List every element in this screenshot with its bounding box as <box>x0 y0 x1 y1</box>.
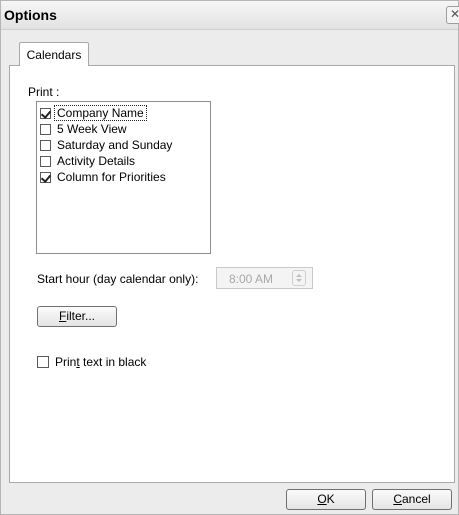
close-button[interactable]: ✕ <box>446 6 459 24</box>
checkbox-activity-details[interactable] <box>40 155 51 167</box>
list-item-label: Activity Details <box>57 154 136 168</box>
list-item-label: Column for Priorities <box>57 170 166 184</box>
list-item-activity-details[interactable]: Activity Details <box>37 153 210 169</box>
list-item-label: 5 Week View <box>57 122 127 136</box>
options-dialog: Options ✕ Calendars Print : Company Name… <box>0 0 459 515</box>
close-icon: ✕ <box>449 7 459 21</box>
list-item-company-name[interactable]: Company Name <box>37 105 210 121</box>
print-black-label-pre: Prin <box>55 355 77 369</box>
print-label: Print : <box>28 85 60 99</box>
cancel-button[interactable]: Cancel <box>372 489 452 510</box>
start-hour-label: Start hour (day calendar only): <box>37 272 199 286</box>
title-bar[interactable]: Options ✕ <box>1 1 459 30</box>
ok-label: K <box>326 492 335 506</box>
start-hour-value: 8:00 AM <box>229 272 274 286</box>
filter-button[interactable]: Filter... <box>37 306 117 327</box>
cancel-mnemonic: C <box>393 492 402 506</box>
print-options-list[interactable]: Company Name 5 Week View Saturday and Su… <box>36 101 211 254</box>
ok-button[interactable]: OK <box>286 489 366 510</box>
cancel-label: ancel <box>401 492 431 506</box>
list-item-column-for-priorities[interactable]: Column for Priorities <box>37 169 210 185</box>
list-item-saturday-and-sunday[interactable]: Saturday and Sunday <box>37 137 210 153</box>
checkbox-column-for-priorities[interactable] <box>40 171 51 183</box>
checkbox-5-week-view[interactable] <box>40 123 51 135</box>
list-item-label: Company Name <box>54 105 147 121</box>
spin-arrows-icon <box>292 270 306 286</box>
print-text-in-black-option[interactable]: Prin t text in black <box>37 355 146 369</box>
tab-calendars-label: Calendars <box>26 48 82 62</box>
list-item-label: Saturday and Sunday <box>57 138 173 152</box>
checkbox-company-name[interactable] <box>40 107 51 119</box>
list-item-5-week-view[interactable]: 5 Week View <box>37 121 210 137</box>
checkbox-saturday-and-sunday[interactable] <box>40 139 51 151</box>
tab-calendars[interactable]: Calendars <box>19 42 89 66</box>
checkbox-print-text-in-black[interactable] <box>37 356 49 368</box>
dialog-title: Options <box>4 7 57 23</box>
ok-mnemonic: O <box>317 492 327 506</box>
print-black-label-post: text in black <box>79 355 147 369</box>
start-hour-field: 8:00 AM <box>216 267 313 289</box>
filter-label: ilter... <box>66 309 96 323</box>
